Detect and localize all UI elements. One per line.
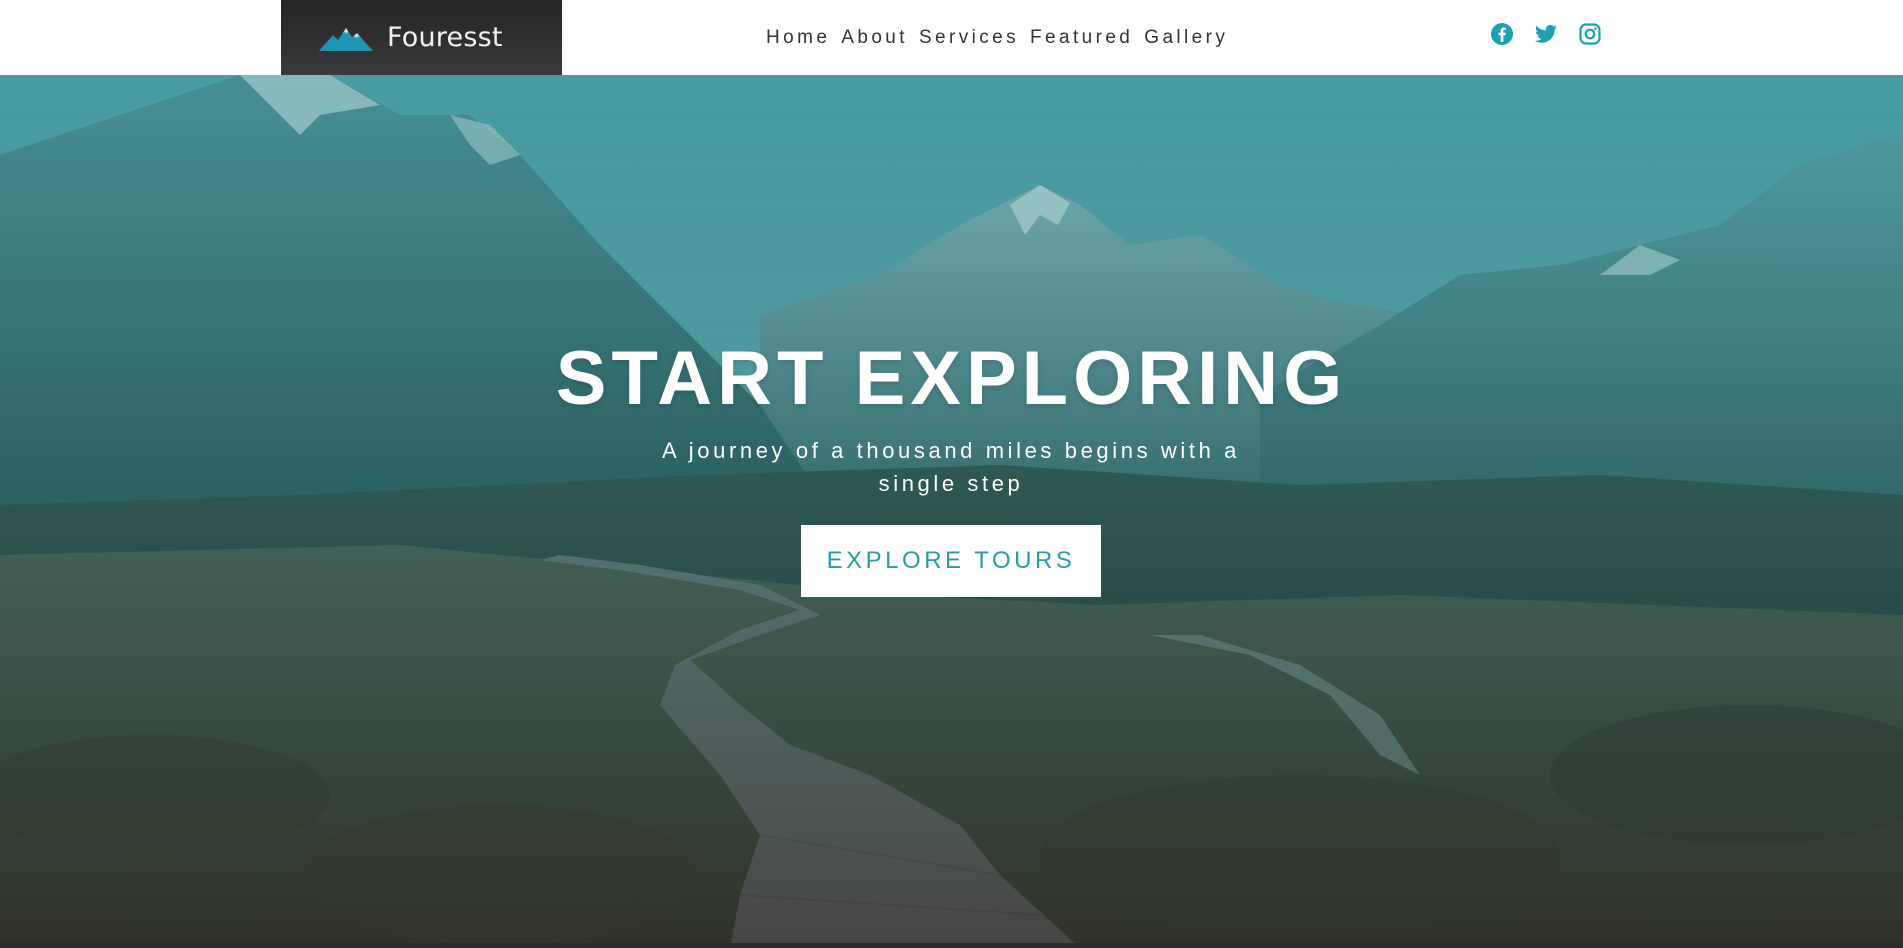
mountain-icon [319, 25, 373, 51]
hero-overlay [0, 75, 1903, 948]
facebook-icon[interactable] [1490, 22, 1534, 46]
page: Fouresst Home About Services Featured Ga… [0, 0, 1903, 948]
bottom-edge-strip [0, 943, 1903, 948]
nav-home[interactable]: Home [766, 27, 830, 49]
nav-gallery[interactable]: Gallery [1144, 27, 1228, 49]
hero-title: START EXPLORING [555, 336, 1348, 421]
site-header: Fouresst Home About Services Featured Ga… [0, 0, 1903, 75]
twitter-icon[interactable] [1534, 22, 1578, 46]
nav-about[interactable]: About [841, 27, 908, 49]
instagram-icon[interactable] [1578, 22, 1622, 46]
social-links [1490, 22, 1622, 46]
hero-section: START EXPLORING A journey of a thousand … [0, 75, 1903, 948]
main-nav: Home About Services Featured Gallery [766, 0, 1239, 75]
explore-tours-button[interactable]: EXPLORE TOURS [801, 525, 1101, 597]
nav-featured[interactable]: Featured [1030, 27, 1133, 49]
hero-subtitle: A journey of a thousand miles begins wit… [662, 438, 1240, 496]
brand-name: Fouresst [387, 22, 503, 53]
nav-services[interactable]: Services [919, 27, 1019, 49]
brand-logo[interactable]: Fouresst [281, 0, 562, 75]
